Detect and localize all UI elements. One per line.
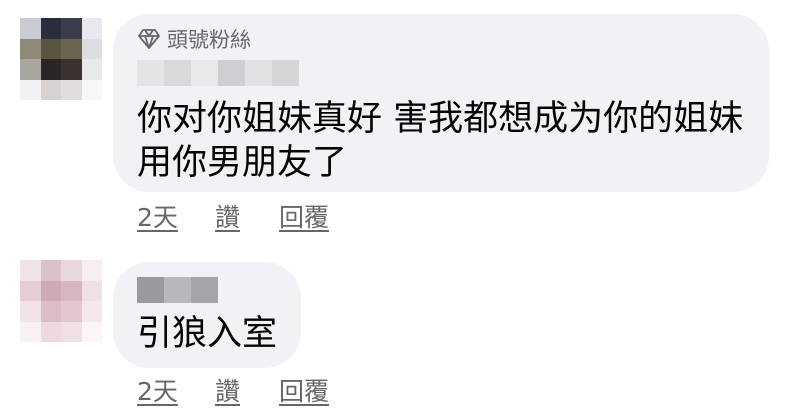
comment-text-line: 你对你姐妹真好 害我都想成为你的姐妹: [137, 99, 744, 139]
reply-button[interactable]: 回覆: [279, 198, 329, 234]
avatar[interactable]: [20, 260, 102, 342]
timestamp-link[interactable]: 2天: [137, 198, 215, 234]
comment-text-line: 引狼入室: [137, 314, 278, 354]
comment-text-line: 用你男朋友了: [137, 143, 348, 183]
badge-label: 頭號粉絲: [167, 28, 251, 52]
diamond-icon: [138, 29, 160, 49]
top-fan-badge: 頭號粉絲: [137, 26, 251, 52]
commenter-name-redacted[interactable]: [137, 60, 299, 86]
like-button[interactable]: 讚: [215, 198, 279, 234]
commenter-name-redacted[interactable]: [137, 277, 218, 303]
avatar[interactable]: [20, 18, 102, 100]
comment-actions: 2天 讚 回覆: [137, 198, 329, 234]
